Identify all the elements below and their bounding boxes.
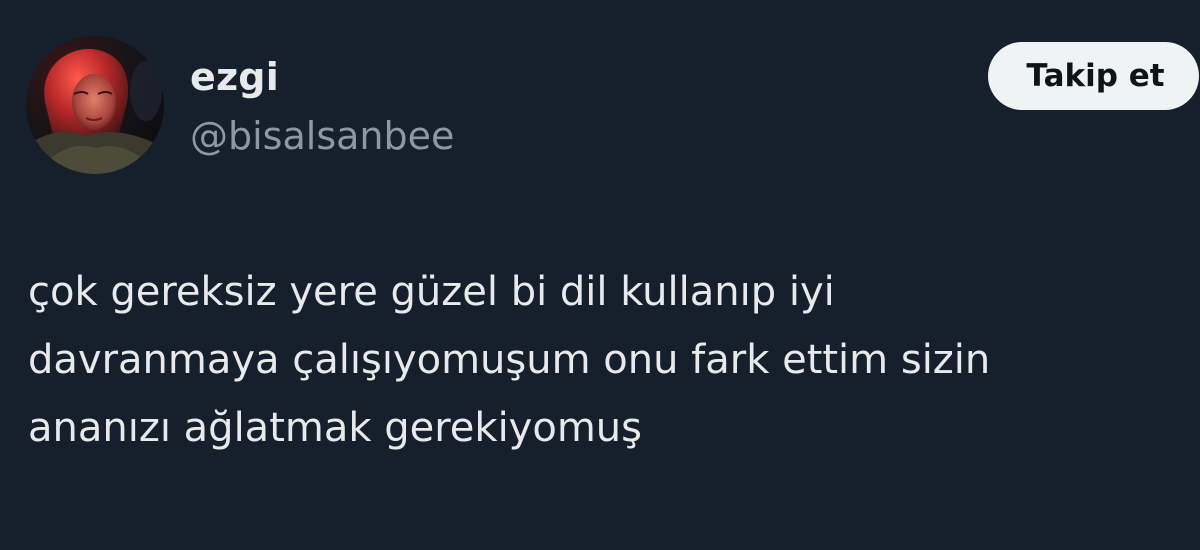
tweet-card: ezgi @bisalsanbee Takip et çok gereksiz … xyxy=(0,0,1200,550)
avatar[interactable] xyxy=(26,36,164,174)
display-name[interactable]: ezgi xyxy=(190,54,279,100)
avatar-image xyxy=(26,36,164,174)
follow-button[interactable]: Takip et xyxy=(988,42,1199,110)
tweet-text-line: davranmaya çalışıyomuşum onu fark ettim … xyxy=(28,337,991,383)
user-handle[interactable]: @bisalsanbee xyxy=(190,113,454,159)
tweet-text-line: ananızı ağlatmak gerekiyomuş xyxy=(28,405,642,451)
tweet-text: çok gereksiz yere güzel bi dil kullanıp … xyxy=(28,258,1178,462)
tweet-text-line: çok gereksiz yere güzel bi dil kullanıp … xyxy=(28,269,835,315)
